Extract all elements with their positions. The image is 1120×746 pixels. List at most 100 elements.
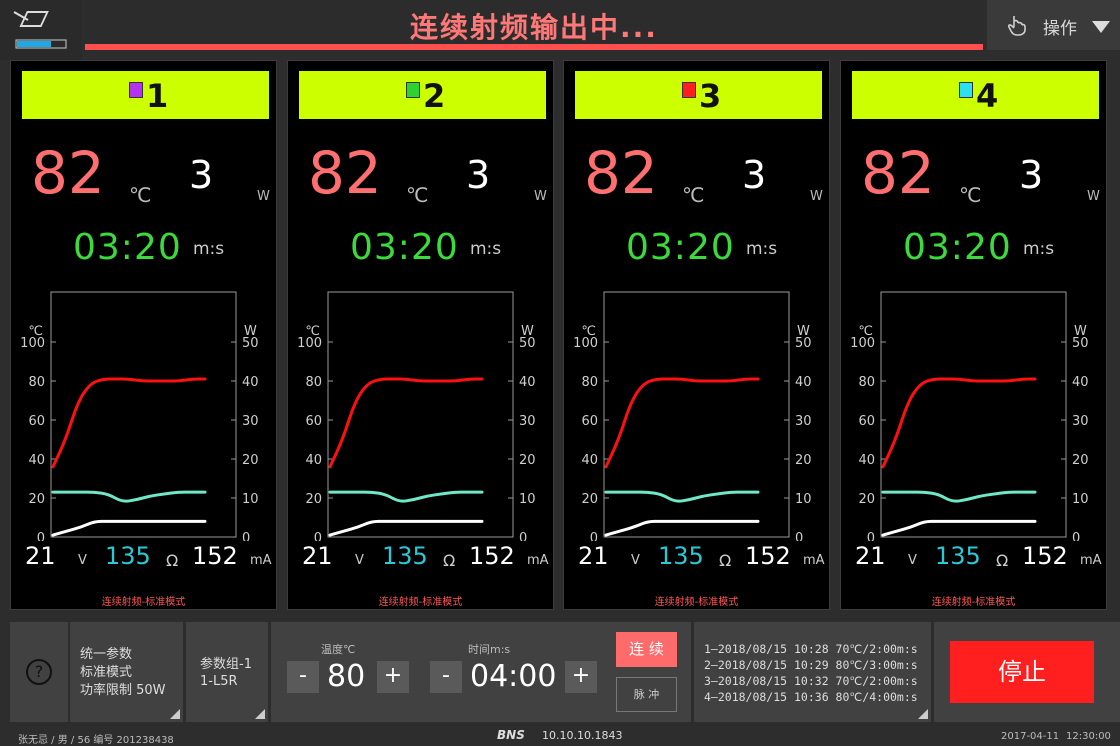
elapsed-time: 03:20: [903, 227, 1012, 268]
right-tick-label: 0: [519, 531, 527, 541]
left-tick-label: 80: [305, 375, 322, 390]
operation-label: 操作: [1043, 19, 1077, 39]
voltage-reading: 21: [25, 542, 56, 570]
temperature-reading: 82: [31, 139, 105, 207]
left-tick-label: 40: [305, 453, 322, 468]
param-group-button[interactable]: 参数组-1 1-L5R: [186, 622, 268, 722]
series-line-1: [51, 377, 207, 469]
impedance-reading: 135: [105, 542, 151, 570]
time-unit: m:s: [193, 239, 225, 259]
time-decrease-button[interactable]: -: [430, 661, 462, 693]
stop-area: 停止: [934, 622, 1120, 722]
current-reading: 152: [192, 542, 238, 570]
left-tick-label: 60: [305, 414, 322, 429]
temperature-reading: 82: [308, 139, 382, 207]
left-axis-unit: ℃: [581, 324, 596, 339]
channel-panel-4[interactable]: 4 82 ℃ 3 W 03:20 m:s 100 80 60 40 20 0 50 40 30 20 10 0 ℃ W 2…: [840, 60, 1107, 610]
right-tick-label: 0: [795, 531, 803, 541]
left-axis-unit: ℃: [28, 324, 43, 339]
current-unit: mA: [1080, 553, 1102, 568]
temperature-reading: 82: [584, 139, 658, 207]
channel-header[interactable]: 4: [852, 71, 1099, 119]
group-line-1: 参数组-1: [200, 657, 252, 672]
elapsed-time: 03:20: [350, 227, 459, 268]
channel-header[interactable]: 3: [575, 71, 822, 119]
left-tick-label: 80: [28, 375, 45, 390]
time-increase-button[interactable]: +: [565, 661, 597, 693]
power-reading: 3: [189, 153, 214, 197]
time-label: 时间m:s: [468, 643, 511, 656]
channel-mode-text: 连续射频-标准模式: [931, 597, 1016, 608]
right-tick-label: 30: [1072, 414, 1089, 429]
help-icon: ?: [26, 659, 52, 685]
temperature-increase-button[interactable]: +: [377, 661, 409, 693]
history-entry: 4–2018/08/15 10:36 80℃/4:00m:s: [704, 690, 918, 704]
chart-frame: [880, 291, 1067, 538]
history-entry: 1–2018/08/15 10:28 70℃/2:00m:s: [704, 642, 918, 656]
channel-panel-2[interactable]: 2 82 ℃ 3 W 03:20 m:s 100 80 60 40 20 0 50 40 30 20 10 0 ℃ W 2…: [287, 60, 554, 610]
stop-button[interactable]: 停止: [950, 641, 1094, 703]
temperature-label: 温度℃: [321, 643, 356, 656]
power-reading: 3: [1019, 153, 1044, 197]
channel-header[interactable]: 2: [299, 71, 546, 119]
right-tick-label: 20: [242, 453, 259, 468]
hand-pointer-icon: [1005, 12, 1031, 42]
impedance-reading: 135: [382, 542, 428, 570]
right-tick-label: 20: [519, 453, 536, 468]
param-summary-button[interactable]: 统一参数 标准模式 功率限制 50W: [70, 622, 183, 722]
current-reading: 152: [469, 542, 515, 570]
channel-color-indicator-icon: [959, 82, 973, 98]
operation-menu-button[interactable]: 操作: [987, 0, 1120, 50]
impedance-unit: Ω: [166, 551, 179, 570]
voltage-reading: 21: [855, 542, 886, 570]
temperature-decrease-button[interactable]: -: [287, 661, 319, 693]
temperature-value: 80: [327, 659, 366, 694]
impedance-reading: 135: [658, 542, 704, 570]
param-line-3: 功率限制 50W: [80, 683, 166, 698]
channel-chart: 10080604020050403020100℃ W: [850, 291, 1089, 541]
right-tick-label: 10: [519, 492, 536, 507]
left-tick-label: 20: [28, 492, 45, 507]
continuous-mode-button[interactable]: 连 续: [616, 632, 677, 667]
time-unit: m:s: [1023, 239, 1055, 259]
channel-mode-text: 连续射频-标准模式: [654, 597, 739, 608]
left-tick-label: 0: [867, 531, 875, 541]
impedance-unit: Ω: [719, 551, 732, 570]
series-line-1: [881, 377, 1037, 469]
right-tick-label: 20: [795, 453, 812, 468]
series-line-1: [328, 377, 484, 469]
power-unit: W: [810, 189, 823, 204]
current-reading: 152: [745, 542, 791, 570]
channel-number: 4: [976, 77, 999, 115]
channel-chart: 10080604020050403020100℃ W: [20, 291, 259, 541]
corner-indicator-icon: [170, 709, 180, 719]
voltage-reading: 21: [302, 542, 333, 570]
power-unit: W: [534, 189, 547, 204]
patient-info: 张无忌 / 男 / 56 编号 201238438: [18, 735, 174, 746]
left-tick-label: 0: [37, 531, 45, 541]
power-unit: W: [1087, 189, 1100, 204]
brand-logo: BNS: [497, 728, 525, 742]
status-banner: 连续射频输出中...: [85, 0, 983, 44]
settings-panel: 温度℃ - 80 + 时间m:s - 04:00 + 连 续 脉 冲: [271, 622, 691, 722]
series-line-2: [51, 490, 207, 503]
channel-color-indicator-icon: [682, 82, 696, 98]
help-button[interactable]: ?: [10, 622, 68, 722]
current-unit: mA: [527, 553, 549, 568]
series-line-1: [604, 377, 760, 469]
voltage-reading: 21: [578, 542, 609, 570]
time-unit: m:s: [470, 239, 502, 259]
right-tick-label: 10: [1072, 492, 1089, 507]
current-unit: mA: [250, 553, 272, 568]
right-axis-unit: W: [797, 324, 810, 339]
footer-time: 12:30:00: [1066, 731, 1111, 742]
channel-panel-1[interactable]: 1 82 ℃ 3 W 03:20 m:s 100 80 60 40 20 0 50 40 30 20 10 0 ℃ W 2…: [10, 60, 277, 610]
channel-number: 1: [146, 77, 169, 115]
channel-panel-3[interactable]: 3 82 ℃ 3 W 03:20 m:s 100 80 60 40 20 0 50 40 30 20 10 0 ℃ W 2…: [563, 60, 830, 610]
left-tick-label: 40: [581, 453, 598, 468]
left-tick-label: 0: [590, 531, 598, 541]
channel-header[interactable]: 1: [22, 71, 269, 119]
left-tick-label: 20: [858, 492, 875, 507]
pulse-mode-button[interactable]: 脉 冲: [616, 677, 677, 712]
right-tick-label: 40: [242, 375, 259, 390]
